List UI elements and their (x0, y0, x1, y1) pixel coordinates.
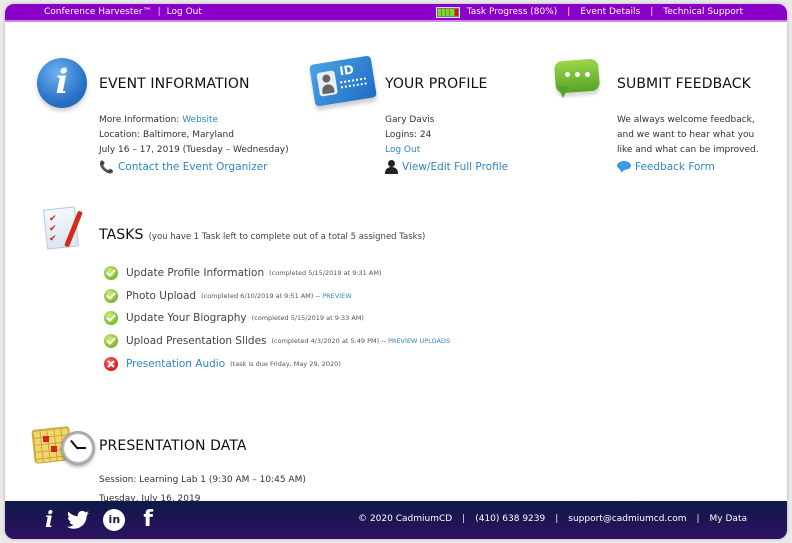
footer-links: © 2020 CadmiumCD | (410) 638 9239 | supp… (358, 514, 747, 524)
presentation-title: PRESENTATION DATA (99, 438, 247, 454)
phone-number[interactable]: (410) 638 9239 (475, 514, 545, 524)
my-data-link[interactable]: My Data (710, 514, 747, 524)
feedback-details: We always welcome feedback, and we want … (617, 113, 759, 176)
divider: | (567, 7, 571, 17)
location-label: Location: (99, 130, 141, 140)
check-icon (104, 334, 118, 349)
technical-support-link[interactable]: Technical Support (663, 4, 743, 21)
divider: | (462, 514, 466, 524)
divider: | (696, 514, 700, 524)
divider: | (157, 7, 161, 17)
progress-segment (446, 9, 450, 16)
preview-link[interactable]: PREVIEW (322, 292, 351, 300)
social-links: i in f (45, 508, 153, 533)
facebook-icon[interactable]: f (143, 508, 153, 532)
location-value: Baltimore, Maryland (142, 130, 234, 140)
contact-organizer-label: Contact the Event Organizer (117, 161, 268, 173)
profile-logout-link[interactable]: Log Out (385, 143, 508, 158)
task-name: Photo Upload (126, 289, 197, 302)
progress-segment (437, 9, 441, 16)
task-status: (completed 4/3/2020 at 5:49 PM) -- (271, 337, 386, 346)
logout-link[interactable]: Log Out (167, 7, 202, 17)
task-status: (completed 5/15/2019 at 9:33 AM) (251, 314, 364, 323)
task-item: Presentation Audio (task is due Friday, … (104, 352, 450, 375)
divider: | (555, 514, 559, 524)
event-info-details: More Information: Website Location: Balt… (99, 113, 289, 176)
brand-link[interactable]: Conference Harvester™ (44, 7, 152, 17)
task-item: Update Your Biography (completed 5/15/20… (104, 307, 450, 330)
presentation-audio-link[interactable]: Presentation Audio (126, 358, 225, 370)
task-progress-bar (435, 7, 460, 18)
feedback-title: SUBMIT FEEDBACK (617, 76, 751, 92)
task-item: Upload Presentation Slides (completed 4/… (104, 330, 450, 353)
event-details-link[interactable]: Event Details (580, 4, 640, 21)
tasks-title: TASKS (99, 227, 144, 243)
profile-name: Gary Davis (385, 115, 435, 125)
check-icon (104, 288, 118, 303)
contact-organizer-link[interactable]: 📞 Contact the Event Organizer (99, 158, 289, 176)
logins-value: 24 (419, 130, 432, 140)
profile-details: Gary Davis Logins: 24 Log Out View/Edit … (385, 113, 508, 176)
check-icon (104, 266, 118, 281)
phone-icon: 📞 (99, 160, 114, 174)
more-info-label: More Information: (99, 115, 180, 125)
task-progress-link[interactable]: Task Progress (80%) (467, 4, 558, 21)
user-icon (385, 160, 398, 174)
edit-profile-label: View/Edit Full Profile (402, 161, 509, 173)
calendar-clock-icon (31, 422, 95, 468)
feedback-form-label: Feedback Form (635, 161, 715, 173)
page: Conference Harvester™ | Log Out Task Progr… (5, 4, 787, 539)
info-icon[interactable]: i (45, 508, 53, 532)
tasks-header: TASKS (you have 1 Task left to complete … (99, 224, 425, 243)
tasks-subtitle: (you have 1 Task left to complete out of… (148, 232, 426, 242)
task-item: Photo Upload (completed 6/10/2019 at 9:5… (104, 285, 450, 308)
linkedin-icon[interactable]: in (103, 509, 126, 531)
event-dates: July 16 – 17, 2019 (Tuesday – Wednesday) (99, 145, 289, 155)
website-link[interactable]: Website (182, 115, 218, 125)
chat-bubble-icon (553, 58, 601, 106)
task-status: (completed 6/10/2019 at 9:51 AM) -- (201, 291, 321, 300)
logins-label: Logins: (385, 130, 418, 140)
session-label: Session: (99, 475, 137, 485)
task-list: Update Profile Information (completed 5/… (104, 262, 450, 375)
twitter-icon[interactable] (67, 510, 90, 530)
profile-title: YOUR PROFILE (385, 76, 488, 92)
copyright: © 2020 CadmiumCD (358, 514, 453, 524)
task-status: (completed 5/15/2019 at 9:31 AM) (269, 269, 382, 278)
preview-uploads-link[interactable]: PREVIEW UPLOADS (388, 337, 450, 345)
support-email-link[interactable]: support@cadmiumcd.com (568, 514, 686, 524)
session-name: Learning Lab 1 (139, 475, 207, 485)
progress-segment (441, 9, 446, 16)
task-name: Upload Presentation Slides (126, 335, 267, 348)
task-item: Update Profile Information (completed 5/… (104, 262, 450, 285)
footer: i in f © 2020 CadmiumCD | (410) 638 9239… (5, 501, 787, 539)
session-time: (9:30 AM – 10:45 AM) (208, 475, 306, 485)
feedback-text-line: like and what can be improved. (617, 145, 759, 155)
check-icon (104, 311, 118, 326)
feedback-form-link[interactable]: Feedback Form (617, 158, 759, 176)
edit-profile-link[interactable]: View/Edit Full Profile (385, 158, 508, 176)
progress-segment (454, 9, 458, 16)
feedback-text-line: We always welcome feedback, (617, 115, 755, 125)
id-badge-text: ID (338, 62, 355, 79)
event-info-icon: i (37, 58, 87, 108)
speech-bubble-icon (617, 161, 631, 173)
progress-segment (450, 9, 454, 16)
id-card-icon: ID (309, 55, 377, 107)
error-x-icon (104, 356, 118, 371)
task-name: Update Profile Information (126, 267, 265, 280)
task-name: Update Your Biography (126, 312, 247, 325)
divider: | (650, 7, 654, 17)
checklist-icon: ✔ ✔ ✔ (42, 206, 87, 254)
task-status: (task is due Friday, May 29, 2020) (230, 359, 341, 368)
feedback-text-line: and we want to hear what you (617, 130, 755, 140)
event-info-title: EVENT INFORMATION (99, 76, 250, 92)
top-nav-bar: Conference Harvester™ | Log Out Task Progr… (5, 4, 787, 22)
